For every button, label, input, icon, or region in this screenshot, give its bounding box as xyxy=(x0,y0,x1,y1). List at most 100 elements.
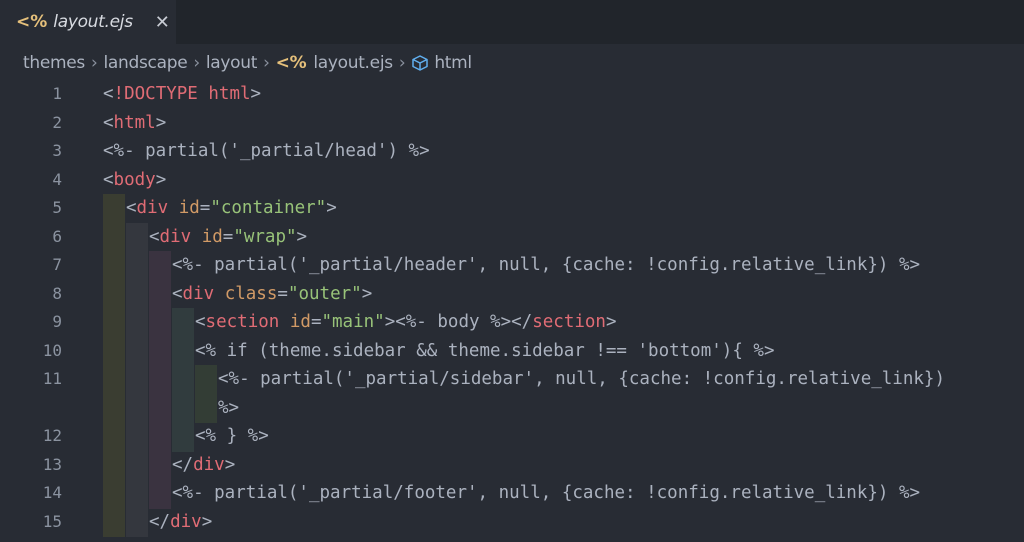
code-text: <div id="wrap"> xyxy=(149,223,307,251)
code-token: < xyxy=(103,169,114,190)
code-line[interactable]: 3 <%- partial('_partial/head') %> xyxy=(0,137,1024,165)
code-token: > xyxy=(250,84,262,104)
indent-guide xyxy=(103,479,125,509)
code-token: !DOCTYPE html xyxy=(113,84,251,104)
code-text: <%- partial('_partial/footer', null, {ca… xyxy=(172,479,920,507)
line-number: 13 xyxy=(42,454,62,474)
indent-guide xyxy=(195,365,217,395)
ejs-file-icon: <% xyxy=(275,53,307,73)
code-token: = xyxy=(277,283,288,304)
cube-icon xyxy=(412,55,429,71)
code-token: </ xyxy=(172,454,194,475)
indent-guide xyxy=(149,393,171,423)
code-line[interactable]: 9 <section id="main"><%- body %></section… xyxy=(0,308,1024,338)
code-text: <% if (theme.sidebar && theme.sidebar !=… xyxy=(195,337,774,365)
code-line[interactable]: 5 <div id="container"> xyxy=(0,194,1024,224)
breadcrumb-item-html[interactable]: html xyxy=(434,53,472,73)
code-token: "wrap" xyxy=(233,226,297,247)
code-line[interactable]: 4 <body> xyxy=(0,166,1024,194)
indent-guide xyxy=(103,393,125,423)
breadcrumb-item-landscape[interactable]: landscape xyxy=(103,53,187,73)
code-text: <% } %> xyxy=(195,422,269,450)
code-token: <%- partial('_partial/footer', null, {ca… xyxy=(172,483,921,503)
tab-layout-ejs[interactable]: <% layout.ejs ✕ xyxy=(0,0,176,44)
code-token: body xyxy=(113,169,156,190)
indent-guide xyxy=(172,393,194,423)
indent-guide xyxy=(149,450,171,480)
breadcrumb: themes › landscape › layout › <% layout.… xyxy=(0,48,1024,78)
indent-guide xyxy=(149,479,171,509)
indent-guide xyxy=(103,194,125,224)
code-line[interactable]: 1 <!DOCTYPE html> xyxy=(0,80,1024,108)
code-line[interactable]: 7 <%- partial('_partial/header', null, {c… xyxy=(0,251,1024,281)
indent-guide xyxy=(103,365,125,395)
code-text: <html> xyxy=(103,109,166,137)
code-text: <%- partial('_partial/sidebar', null, {c… xyxy=(218,365,945,393)
line-number: 5 xyxy=(52,198,62,217)
code-line[interactable]: 14 <%- partial('_partial/footer', null, {… xyxy=(0,479,1024,509)
code-token: "outer" xyxy=(287,283,362,304)
indent-guide xyxy=(172,365,194,395)
code-token: id xyxy=(201,226,223,247)
code-token: section xyxy=(205,312,280,332)
tab-title: layout.ejs xyxy=(53,12,133,32)
code-line[interactable]: %> xyxy=(0,393,1024,423)
indent-guide xyxy=(126,422,148,452)
code-token: <%- partial('_partial/sidebar', null, {c… xyxy=(218,369,945,389)
code-line[interactable]: 6 <div id="wrap"> xyxy=(0,222,1024,252)
indent-guide xyxy=(149,308,171,338)
code-token: id xyxy=(289,312,311,332)
indent-guide xyxy=(103,279,125,309)
code-text: <%- partial('_partial/header', null, {ca… xyxy=(172,251,920,279)
code-line[interactable]: 15 </div> xyxy=(0,507,1024,537)
code-token: </ xyxy=(149,511,171,532)
breadcrumb-item-themes[interactable]: themes xyxy=(23,53,85,73)
indent-guide xyxy=(103,450,125,480)
line-number: 1 xyxy=(52,84,62,103)
chevron-right-icon: › xyxy=(263,53,270,73)
indent-guide xyxy=(126,308,148,338)
line-number: 9 xyxy=(52,312,62,331)
line-number: 7 xyxy=(52,255,62,274)
indent-guide xyxy=(149,279,171,309)
line-number: 4 xyxy=(52,169,62,189)
code-line[interactable]: 12 <% } %> xyxy=(0,422,1024,452)
code-token: = xyxy=(222,226,234,247)
close-icon[interactable]: ✕ xyxy=(155,12,170,33)
code-token: "container" xyxy=(210,198,327,218)
breadcrumb-item-file[interactable]: layout.ejs xyxy=(313,53,393,73)
indent-guide xyxy=(103,336,125,366)
code-line[interactable]: 10 <% if (theme.sidebar && theme.sidebar … xyxy=(0,336,1024,366)
code-text: <section id="main"><%- body %></section> xyxy=(195,308,617,336)
indent-guide xyxy=(103,507,125,537)
line-number: 8 xyxy=(52,283,62,303)
chevron-right-icon: › xyxy=(398,53,406,73)
code-line[interactable]: 8 <div class="outer"> xyxy=(0,279,1024,309)
chevron-right-icon: › xyxy=(193,53,200,73)
indent-guide xyxy=(126,479,148,509)
indent-guide xyxy=(149,365,171,395)
indent-guide xyxy=(149,251,171,281)
code-line[interactable]: 11 <%- partial('_partial/sidebar', null, … xyxy=(0,365,1024,395)
code-text: <%- partial('_partial/head') %> xyxy=(103,137,430,165)
code-line[interactable]: 2 <html> xyxy=(0,109,1024,137)
code-token: ><%- body %></ xyxy=(384,312,533,332)
indent-guide xyxy=(126,336,148,366)
breadcrumb-item-layout[interactable]: layout xyxy=(206,53,258,73)
code-token: <%- partial('_partial/head') %> xyxy=(103,141,430,161)
tab-bar: <% layout.ejs ✕ xyxy=(0,0,1024,44)
code-token: id xyxy=(178,198,200,218)
code-text: <div id="container"> xyxy=(126,194,337,222)
code-text: </div> xyxy=(172,451,235,479)
code-token: < xyxy=(103,84,114,104)
code-editor[interactable]: 1 <!DOCTYPE html> 2 <html> 3 <%- partial('_pa… xyxy=(0,80,1024,542)
code-text: <body> xyxy=(103,166,166,194)
indent-guide xyxy=(195,393,217,423)
code-token: < xyxy=(103,112,114,133)
code-token: > xyxy=(224,454,236,475)
code-token: > xyxy=(605,312,617,332)
code-token: %> xyxy=(218,397,240,418)
code-line[interactable]: 13 </div> xyxy=(0,450,1024,480)
code-token: <% if (theme.sidebar && theme.sidebar !=… xyxy=(195,340,775,361)
